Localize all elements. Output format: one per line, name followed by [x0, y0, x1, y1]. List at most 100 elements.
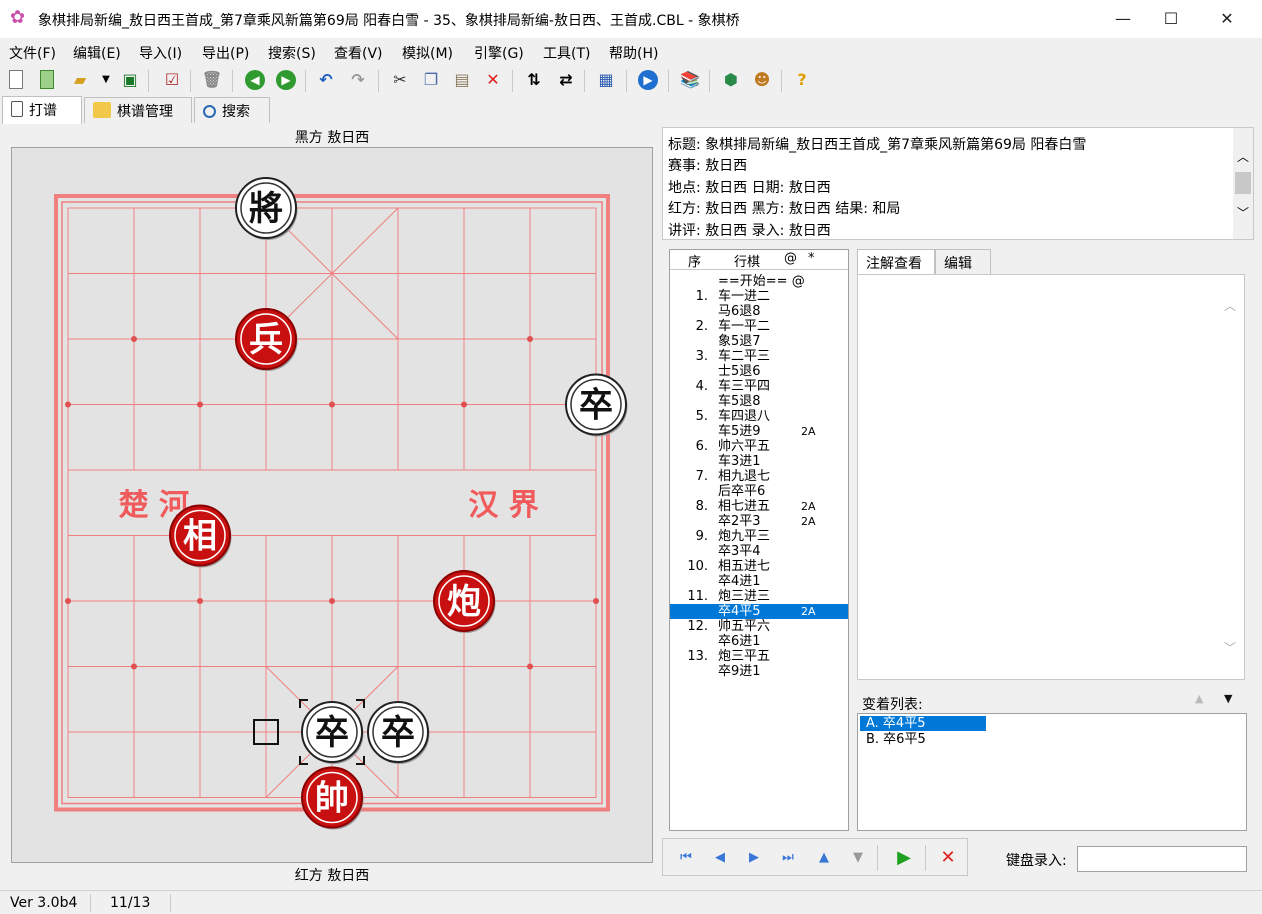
move-row[interactable]: 3. 车二平三	[670, 349, 848, 364]
move-row[interactable]: 后卒平6	[670, 484, 848, 499]
first-move-icon[interactable]: ⏮	[675, 847, 697, 869]
move-row[interactable]: 车5进9 2A	[670, 424, 848, 439]
tab-edit-notes[interactable]: 编辑	[935, 249, 991, 274]
move-list[interactable]: 序 行棋 @ * ==开始== @ 1. 车一进二 马6退8 2. 车一平二 象5退7 3. 车…	[669, 249, 849, 831]
undo-icon[interactable]: ↶	[314, 68, 338, 92]
play-circle-icon[interactable]: ▶	[636, 68, 660, 92]
paste-icon[interactable]: ▤	[450, 68, 474, 92]
menu-edit[interactable]: 编辑(E)	[73, 43, 121, 63]
redo-icon[interactable]: ↷	[346, 68, 370, 92]
move-row[interactable]: 卒6进1	[670, 634, 848, 649]
last-move-icon[interactable]: ⏭	[777, 847, 799, 869]
minimize-button[interactable]: —	[1100, 0, 1146, 38]
tab-view-notes[interactable]: 注解查看	[857, 249, 935, 274]
cut-icon[interactable]: ✂	[388, 68, 412, 92]
menu-search[interactable]: 搜索(S)	[268, 43, 316, 63]
move-text: 炮九平三	[718, 529, 771, 544]
new-file-icon[interactable]	[4, 68, 28, 92]
next-move-icon[interactable]: ▶	[743, 847, 765, 869]
maximize-button[interactable]: ☐	[1148, 0, 1194, 38]
menu-import[interactable]: 导入(I)	[139, 43, 182, 63]
delete-x-icon[interactable]: ✕	[481, 68, 505, 92]
move-row[interactable]: 2. 车一平二	[670, 319, 848, 334]
scroll-thumb[interactable]	[1235, 172, 1251, 194]
move-row[interactable]: 1. 车一进二	[670, 289, 848, 304]
move-row[interactable]: 马6退8	[670, 304, 848, 319]
notes-view[interactable]: ︿ ﹀	[857, 274, 1245, 680]
forward-arrow-icon[interactable]: ▶	[274, 68, 298, 92]
menu-engine[interactable]: 引擎(G)	[474, 43, 524, 63]
move-row[interactable]: 卒2平3 2A	[670, 514, 848, 529]
variation-item[interactable]: B. 卒6平5	[860, 732, 932, 747]
menu-simulate[interactable]: 模拟(M)	[402, 43, 453, 63]
move-row[interactable]: ==开始== @	[670, 274, 848, 289]
auto-play-icon[interactable]: ▶	[893, 847, 915, 869]
tab-game-manager-label: 棋谱管理	[117, 104, 173, 120]
board-point-marker	[461, 401, 467, 408]
notes-scroll-up-icon[interactable]: ︿	[1224, 297, 1236, 314]
close-button[interactable]: ✕	[1204, 0, 1250, 38]
delete-trash-icon[interactable]: 🗑	[200, 68, 224, 92]
move-row[interactable]: 象5退7	[670, 334, 848, 349]
help-question-icon[interactable]: ?	[790, 68, 814, 92]
move-row[interactable]: 10. 相五进七	[670, 559, 848, 574]
toolbar-separator	[512, 70, 513, 92]
move-text: 车5进9	[718, 424, 761, 439]
menu-help[interactable]: 帮助(H)	[609, 43, 658, 63]
move-row[interactable]: 卒9进1	[670, 664, 848, 679]
tab-search[interactable]: 搜索	[194, 97, 270, 123]
new-list-icon[interactable]	[35, 68, 59, 92]
notes-scroll-down-icon[interactable]: ﹀	[1224, 639, 1236, 656]
prev-move-icon[interactable]: ◀	[709, 847, 731, 869]
books-icon[interactable]: 📚	[678, 68, 702, 92]
variation-down-arrow-icon[interactable]: ▼	[847, 847, 869, 869]
move-number: 6.	[695, 439, 708, 454]
properties-icon[interactable]: ☑	[160, 68, 184, 92]
board-grid-icon[interactable]: ▦	[594, 68, 618, 92]
flip-horizontal-icon[interactable]: ⇄	[554, 68, 578, 92]
open-dropdown-icon[interactable]: ▼	[94, 68, 118, 92]
variation-up-icon[interactable]: ▲	[1195, 692, 1203, 705]
open-folder-icon[interactable]: ▰	[68, 68, 92, 92]
scroll-down-icon[interactable]: ﹀	[1237, 204, 1249, 221]
menu-tools[interactable]: 工具(T)	[543, 43, 590, 63]
move-row[interactable]: 卒4平5 2A	[670, 604, 848, 619]
move-row[interactable]: 9. 炮九平三	[670, 529, 848, 544]
variation-up-arrow-icon[interactable]: ▲	[813, 847, 835, 869]
save-icon[interactable]: ▣	[118, 68, 142, 92]
move-row[interactable]: 车5退8	[670, 394, 848, 409]
move-row[interactable]: 11. 炮三进三	[670, 589, 848, 604]
move-row[interactable]: 12. 帅五平六	[670, 619, 848, 634]
move-row[interactable]: 5. 车四退八	[670, 409, 848, 424]
keyboard-input-field[interactable]	[1077, 846, 1247, 872]
info-scrollbar[interactable]: ︿ ﹀	[1233, 128, 1253, 239]
app-flower-icon: ✿	[10, 7, 26, 28]
tab-play[interactable]: 打谱	[2, 96, 82, 124]
move-row[interactable]: 6. 帅六平五	[670, 439, 848, 454]
move-row[interactable]: 卒4进1	[670, 574, 848, 589]
toolbar-separator	[378, 70, 379, 92]
move-row[interactable]: 4. 车三平四	[670, 379, 848, 394]
variations-list[interactable]: A. 卒4平5 B. 卒6平5	[857, 713, 1247, 831]
users-icon[interactable]: ☻	[750, 68, 774, 92]
variation-down-icon[interactable]: ▼	[1224, 692, 1232, 705]
move-row[interactable]: 卒3平4	[670, 544, 848, 559]
move-row[interactable]: 8. 相七进五 2A	[670, 499, 848, 514]
move-row[interactable]: 车3进1	[670, 454, 848, 469]
menu-view[interactable]: 查看(V)	[334, 43, 383, 63]
tab-game-manager[interactable]: 棋谱管理	[84, 97, 192, 123]
back-arrow-icon[interactable]: ◀	[243, 68, 267, 92]
menu-file[interactable]: 文件(F)	[9, 43, 56, 63]
xiangqi-board[interactable]: 楚 河汉 界將兵卒相炮卒 卒帥	[12, 148, 652, 862]
flip-vertical-icon[interactable]: ⇅	[522, 68, 546, 92]
engine-icon[interactable]: ⬢	[719, 68, 743, 92]
piece-black: 卒	[381, 713, 415, 753]
menu-export[interactable]: 导出(P)	[202, 43, 249, 63]
scroll-up-icon[interactable]: ︿	[1237, 148, 1249, 165]
move-row[interactable]: 士5退6	[670, 364, 848, 379]
stop-x-icon[interactable]: ✕	[937, 847, 959, 869]
move-row[interactable]: 13. 炮三平五	[670, 649, 848, 664]
variation-item[interactable]: A. 卒4平5	[860, 716, 986, 731]
copy-icon[interactable]: ❐	[419, 68, 443, 92]
move-row[interactable]: 7. 相九退七	[670, 469, 848, 484]
